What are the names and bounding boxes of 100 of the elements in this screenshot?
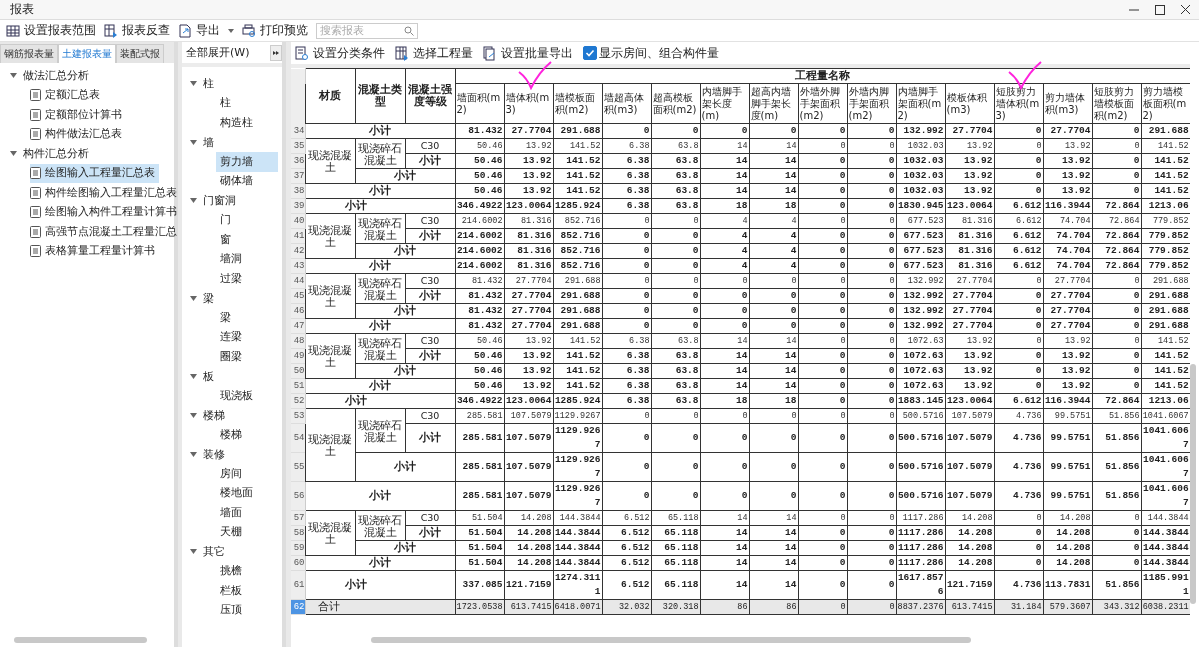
table-cell: 107.5079 [504,408,553,424]
scrollbar-thumb[interactable] [371,637,971,643]
category-item[interactable]: 剪力墙 [216,152,278,172]
table-cell: 500.5716 [896,423,945,453]
tab[interactable]: 钢筋报表量 [0,44,58,63]
checkbox[interactable]: 显示房间、组合构件量 [583,45,719,61]
table-cell: 0 [994,138,1043,154]
category-item[interactable]: 梁 [216,308,278,328]
scrollbar-thumb[interactable] [14,637,147,643]
toolbar-button[interactable]: 设置报表范围 [6,23,96,38]
category-item[interactable]: 天棚 [216,522,278,542]
tab[interactable]: 土建报表量 [58,44,116,63]
scrollbar-thumb[interactable] [1190,364,1196,604]
report-item[interactable]: 表格算量工程量计算书 [30,241,159,261]
search-field[interactable]: 搜索报表 [316,22,418,39]
row-number[interactable]: 55 [291,452,305,482]
table-cell: 13.92 [504,333,553,349]
category-item[interactable]: 砌体墙 [216,171,278,191]
table-cell: 13.92 [1043,378,1092,394]
row-number[interactable]: 56 [291,481,305,511]
table-cell: 6.512 [602,540,651,556]
report-item[interactable]: 构件绘图输入工程量汇总表 [30,183,181,203]
table-cell: 132.992 [896,288,945,304]
report-item[interactable]: 绘图输入工程量汇总表 [30,163,159,183]
table-cell: 14 [700,525,749,541]
table-cell: 0 [651,258,700,274]
category-item[interactable]: 墙面 [216,503,278,523]
category-item[interactable]: 现浇板 [216,386,278,406]
category-item[interactable]: 楼梯 [216,425,278,445]
tree-group[interactable]: 做法汇总分析 [23,68,89,84]
table-cell: 0 [994,510,1043,526]
table-cell: 小计 [405,288,455,304]
collapse-arrow-icon[interactable] [190,412,197,418]
table-cell: 13.92 [504,378,553,394]
table-cell: 500.5716 [896,481,945,511]
category-item[interactable]: 柱 [216,93,278,113]
table-cell: 13.92 [945,153,994,169]
table-cell: 27.7704 [504,273,553,289]
report-item[interactable]: 定额部位计算书 [30,105,126,125]
category-item[interactable]: 连梁 [216,327,278,347]
collapse-arrow-icon[interactable] [190,295,197,301]
tree-group[interactable]: 楼梯 [203,407,225,423]
table-cell: 0 [847,363,896,379]
tree-group[interactable]: 墙 [203,134,214,150]
toolbar-button[interactable]: 导出 [178,23,234,38]
category-item[interactable]: 压顶 [216,600,278,620]
collapse-arrow-icon[interactable] [190,198,197,204]
tree-group[interactable]: 梁 [203,290,214,306]
report-item[interactable]: 高强节点混凝土工程量汇总 [30,222,181,242]
table-cell: 0 [847,393,896,409]
collapse-arrow-icon[interactable] [190,81,197,87]
category-item[interactable]: 墙洞 [216,249,278,269]
tree-group[interactable]: 柱 [203,76,214,92]
table-cell: 1117.286 [896,510,945,526]
report-item[interactable]: 定额汇总表 [30,85,104,105]
toolbar-button[interactable]: 设置批量导出 [483,45,573,61]
category-item[interactable]: 挑檐 [216,561,278,581]
table-cell: 0 [798,123,847,139]
row-number[interactable]: 61 [291,570,305,600]
report-item[interactable]: 构件做法汇总表 [30,124,126,144]
table-cell: 0 [798,570,847,600]
collapse-arrow-icon[interactable] [10,73,17,79]
category-item[interactable]: 圈梁 [216,347,278,367]
table-cell: 27.7704 [1043,318,1092,334]
report-item[interactable]: 绘图输入构件工程量计算书 [30,202,181,222]
collapse-arrow-icon[interactable] [10,151,17,157]
tree-group[interactable]: 其它 [203,544,225,560]
table-cell: 81.432 [455,303,504,319]
collapse-arrow-icon[interactable] [190,139,197,145]
toolbar-button[interactable]: 设置分类条件 [295,45,385,61]
table-cell: 14.208 [1043,510,1092,526]
tree-group[interactable]: 门窗洞 [203,193,236,209]
table-cell: 0 [1092,348,1141,364]
category-item[interactable]: 过梁 [216,269,278,289]
table-cell: 14.208 [945,555,994,571]
collapse-arrow-icon[interactable] [190,451,197,457]
table-cell: 1032.03 [896,168,945,184]
table-cell: 1072.63 [896,348,945,364]
toolbar-button[interactable]: 选择工程量 [395,45,473,61]
expand-all-dropdown[interactable]: 全部展开(W) [186,45,250,60]
tree-group[interactable]: 装修 [203,446,225,462]
collapse-arrow-icon[interactable] [190,373,197,379]
toolbar-button[interactable]: 报表反查 [104,23,170,38]
category-item[interactable]: 楼地面 [216,483,278,503]
category-item[interactable]: 栏板 [216,581,278,601]
tree-group[interactable]: 构件汇总分析 [23,146,89,162]
category-item[interactable]: 窗 [216,230,278,250]
tab[interactable]: 装配式报 [116,44,164,63]
table-cell: 51.856 [1092,423,1141,453]
collapse-arrow-icon[interactable] [190,549,197,555]
category-item[interactable]: 房间 [216,464,278,484]
column-header: 外墙外脚手架面积(m2) [798,83,847,124]
category-item[interactable]: 门 [216,210,278,230]
category-item[interactable]: 构造柱 [216,113,278,133]
tree-group[interactable]: 板 [203,368,214,384]
table-cell: 74.704 [1043,258,1092,274]
toolbar-button[interactable]: 打印预览 [242,23,308,38]
table-cell: 0 [994,153,1043,169]
table-cell: 65.118 [651,525,700,541]
row-number[interactable]: 54 [291,423,305,453]
